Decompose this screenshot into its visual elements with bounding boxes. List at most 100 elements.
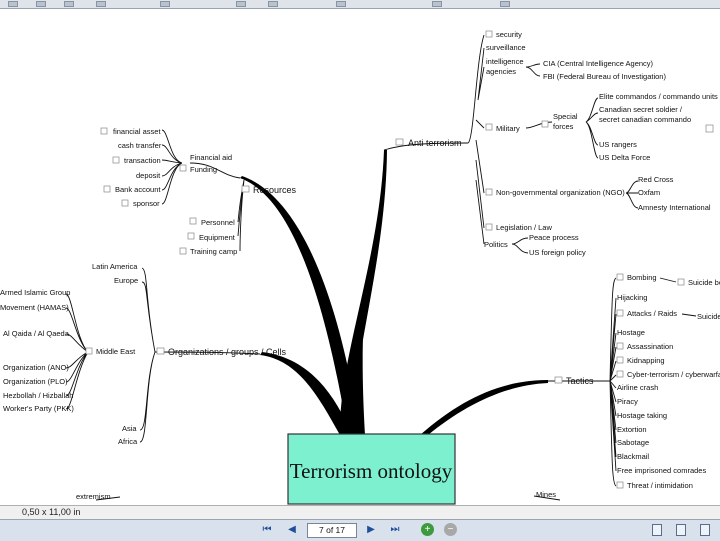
node-cyber-terrorism[interactable]: Cyber-terrorism / cyberwarfa xyxy=(627,370,720,379)
node-training-camp[interactable]: Training camp xyxy=(190,247,237,256)
node-surveillance[interactable]: surveillance xyxy=(486,43,526,52)
toolbar-button[interactable] xyxy=(36,1,46,7)
toolbar-button[interactable] xyxy=(268,1,278,7)
expand-icon[interactable] xyxy=(85,347,93,355)
node-al-qaida[interactable]: Al Qaida / Al Qaeda xyxy=(3,329,70,338)
node-armed-islamic-group[interactable]: Armed Islamic Group xyxy=(0,288,70,297)
node-financial-aid-2[interactable]: Funding xyxy=(190,165,217,174)
central-node[interactable]: Terrorism ontology xyxy=(287,433,456,505)
node-legislation[interactable]: Legislation / Law xyxy=(496,223,552,232)
node-assassination[interactable]: Assassination xyxy=(627,342,673,351)
node-hezbollah[interactable]: Hezbollah / Hizballah xyxy=(3,391,73,400)
node-military[interactable]: Military xyxy=(496,124,520,133)
node-red-cross[interactable]: Red Cross xyxy=(638,175,674,184)
next-page-icon[interactable]: ▶ xyxy=(364,523,378,537)
node-europe[interactable]: Europe xyxy=(114,276,138,285)
node-middle-east[interactable]: Middle East xyxy=(96,347,136,356)
expand-icon[interactable] xyxy=(100,127,108,135)
zoom-out-icon[interactable]: − xyxy=(444,523,457,536)
expand-icon[interactable] xyxy=(616,309,624,317)
node-fbi[interactable]: FBI (Federal Bureau of Investigation) xyxy=(543,72,666,81)
node-hamas[interactable]: Movement (HAMAS) xyxy=(0,303,69,312)
node-oxfam[interactable]: Oxfam xyxy=(638,188,660,197)
node-free-comrades[interactable]: Free imprisoned comrades xyxy=(617,466,706,475)
node-special-1[interactable]: Special xyxy=(553,112,578,121)
node-suicide-bombing[interactable]: Suicide bo xyxy=(688,278,720,287)
node-canadian-2[interactable]: secret canadian commando xyxy=(599,115,691,124)
expand-icon[interactable] xyxy=(156,347,165,355)
node-suicide-attack[interactable]: Suicide xyxy=(697,312,720,321)
expand-icon[interactable] xyxy=(179,247,187,255)
toolbar-button[interactable] xyxy=(432,1,442,7)
node-delta[interactable]: US Delta Force xyxy=(599,153,650,162)
node-sponsor[interactable]: sponsor xyxy=(133,199,160,208)
node-transaction[interactable]: transaction xyxy=(124,156,161,165)
node-africa[interactable]: Africa xyxy=(118,437,138,446)
node-intelligence-1[interactable]: intelligence xyxy=(486,57,524,66)
toolbar-button[interactable] xyxy=(160,1,170,7)
node-piracy[interactable]: Piracy xyxy=(617,397,638,406)
node-rangers[interactable]: US rangers xyxy=(599,140,637,149)
node-financial-asset[interactable]: financial asset xyxy=(113,127,161,136)
expand-icon[interactable] xyxy=(541,120,549,128)
previous-page-icon[interactable]: ◀ xyxy=(285,523,299,537)
toolbar-button[interactable] xyxy=(500,1,510,7)
node-security[interactable]: security xyxy=(496,30,522,39)
expand-icon[interactable] xyxy=(616,370,624,378)
expand-icon[interactable] xyxy=(241,185,250,193)
expand-icon[interactable] xyxy=(616,342,624,350)
node-intelligence-2[interactable]: agencies xyxy=(486,67,516,76)
expand-icon[interactable] xyxy=(485,123,493,131)
branch-tactics[interactable]: Tactics xyxy=(566,376,594,386)
expand-icon[interactable] xyxy=(705,124,714,133)
expand-icon[interactable] xyxy=(103,185,111,193)
expand-icon[interactable] xyxy=(485,223,493,231)
page-indicator[interactable]: 7 of 17 xyxy=(307,523,357,538)
node-threat[interactable]: Threat / intimidation xyxy=(627,481,693,490)
facing-pages-view-icon[interactable] xyxy=(700,524,710,536)
node-plo[interactable]: Organization (PLO) xyxy=(3,377,68,386)
node-extortion[interactable]: Extortion xyxy=(617,425,647,434)
branch-organizations[interactable]: Organizations / groups / Cells xyxy=(168,347,287,357)
expand-icon[interactable] xyxy=(677,278,685,286)
node-elite[interactable]: Elite commandos / commando units xyxy=(599,92,718,101)
node-peace[interactable]: Peace process xyxy=(529,233,579,242)
node-ano[interactable]: Organization (ANO) xyxy=(3,363,69,372)
node-bank-account[interactable]: Bank account xyxy=(115,185,161,194)
zoom-in-icon[interactable]: + xyxy=(421,523,434,536)
expand-icon[interactable] xyxy=(112,156,120,164)
toolbar-button[interactable] xyxy=(96,1,106,7)
node-amnesty[interactable]: Amnesty International xyxy=(638,203,711,212)
continuous-view-icon[interactable] xyxy=(676,524,686,536)
expand-icon[interactable] xyxy=(485,188,493,196)
node-hostage[interactable]: Hostage xyxy=(617,328,645,337)
node-politics[interactable]: Politics xyxy=(484,240,508,249)
toolbar-button[interactable] xyxy=(8,1,18,7)
node-hostage-taking[interactable]: Hostage taking xyxy=(617,411,667,420)
toolbar-button[interactable] xyxy=(236,1,246,7)
node-bombing[interactable]: Bombing xyxy=(627,273,657,282)
node-airline-crash[interactable]: Airline crash xyxy=(617,383,658,392)
expand-icon[interactable] xyxy=(616,356,624,364)
node-personnel[interactable]: Personnel xyxy=(201,218,235,227)
branch-resources[interactable]: Resources xyxy=(253,185,297,195)
expand-icon[interactable] xyxy=(189,217,197,225)
node-sabotage[interactable]: Sabotage xyxy=(617,438,649,447)
node-financial-aid-1[interactable]: Financial aid xyxy=(190,153,232,162)
first-page-icon[interactable]: ⏮ xyxy=(260,523,274,537)
expand-icon[interactable] xyxy=(179,164,187,172)
node-kidnapping[interactable]: Kidnapping xyxy=(627,356,665,365)
expand-icon[interactable] xyxy=(616,481,624,489)
expand-icon[interactable] xyxy=(616,273,624,281)
toolbar-button[interactable] xyxy=(336,1,346,7)
node-pkk[interactable]: Worker's Party (PKK) xyxy=(3,404,74,413)
node-blackmail[interactable]: Blackmail xyxy=(617,452,649,461)
node-cash-transfer[interactable]: cash transfer xyxy=(118,141,162,150)
node-asia[interactable]: Asia xyxy=(122,424,137,433)
node-attacks-raids[interactable]: Attacks / Raids xyxy=(627,309,677,318)
expand-icon[interactable] xyxy=(554,376,563,384)
node-cia[interactable]: CIA (Central Intelligence Agency) xyxy=(543,59,654,68)
toolbar-button[interactable] xyxy=(64,1,74,7)
expand-icon[interactable] xyxy=(187,232,195,240)
node-deposit[interactable]: deposit xyxy=(136,171,161,180)
